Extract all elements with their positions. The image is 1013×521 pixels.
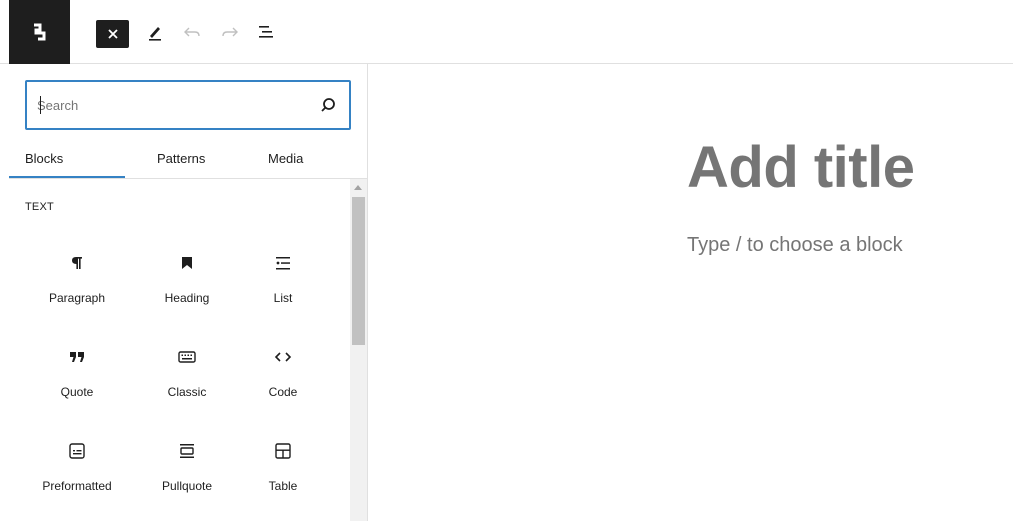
undo-button[interactable] <box>180 20 204 44</box>
block-label: Table <box>268 479 298 493</box>
list-view-icon <box>259 26 273 38</box>
block-label: Quote <box>60 385 94 399</box>
block-table[interactable]: Table <box>227 439 339 509</box>
list-view-button[interactable] <box>254 20 278 44</box>
search-icon[interactable] <box>319 96 337 114</box>
active-tab-indicator <box>9 176 125 178</box>
tab-media[interactable]: Media <box>268 138 303 178</box>
scroll-thumb[interactable] <box>352 197 365 345</box>
undo-icon <box>184 27 200 37</box>
paragraph-icon <box>65 251 89 275</box>
editor-canvas: Add title Type / to choose a block <box>368 64 1013 521</box>
block-code[interactable]: Code <box>227 345 339 415</box>
tools-button[interactable] <box>143 20 167 44</box>
redo-icon <box>222 27 238 37</box>
tab-blocks[interactable]: Blocks <box>25 138 125 178</box>
block-quote[interactable]: Quote <box>21 345 133 415</box>
pencil-icon <box>149 27 161 41</box>
table-icon <box>271 439 295 463</box>
scroll-up-arrow[interactable] <box>354 185 362 190</box>
editor-header <box>0 0 1013 64</box>
block-label: Preformatted <box>42 479 112 493</box>
tab-patterns[interactable]: Patterns <box>157 138 205 178</box>
close-inserter-button[interactable] <box>96 20 129 48</box>
block-appender[interactable]: Type / to choose a block <box>687 234 903 257</box>
preformatted-icon <box>65 439 89 463</box>
site-logo-button[interactable] <box>9 0 70 64</box>
scrollbar[interactable] <box>350 179 367 521</box>
site-logo-icon <box>33 23 45 41</box>
block-label: Paragraph <box>48 291 106 305</box>
keyboard-icon <box>175 345 199 369</box>
block-label: Code <box>268 385 298 399</box>
block-list: TEXT Paragraph Heading List Quote Classi… <box>9 179 367 521</box>
inserter-tabs: Blocks Patterns Media <box>9 138 367 179</box>
post-title-field[interactable]: Add title <box>687 134 915 201</box>
code-icon <box>271 345 295 369</box>
block-paragraph[interactable]: Paragraph <box>21 251 133 321</box>
search-box[interactable] <box>25 80 351 130</box>
close-icon <box>107 29 118 39</box>
pullquote-icon <box>175 439 199 463</box>
category-title: TEXT <box>25 201 54 213</box>
search-input[interactable] <box>37 94 287 116</box>
block-list[interactable]: List <box>227 251 339 321</box>
block-inserter-panel: Blocks Patterns Media TEXT Paragraph Hea… <box>9 64 368 521</box>
quote-icon <box>65 345 89 369</box>
redo-button[interactable] <box>218 20 242 44</box>
block-preformatted[interactable]: Preformatted <box>21 439 133 509</box>
heading-icon <box>175 251 199 275</box>
list-icon <box>271 251 295 275</box>
block-label: List <box>273 291 293 305</box>
text-caret <box>40 96 41 114</box>
